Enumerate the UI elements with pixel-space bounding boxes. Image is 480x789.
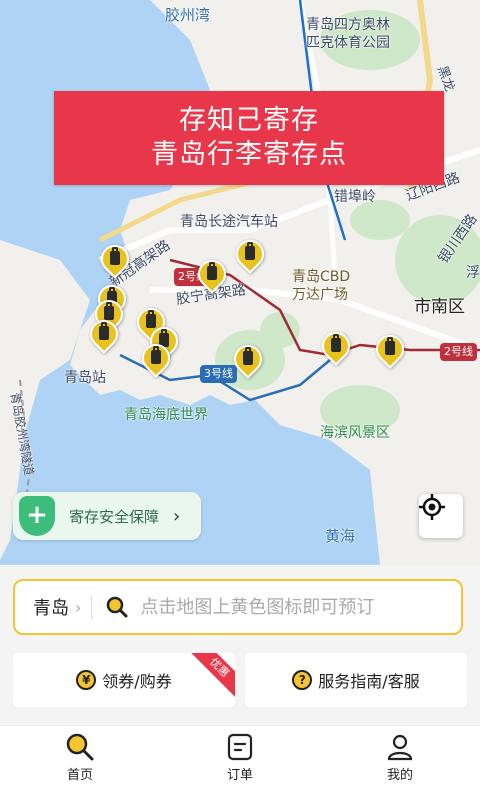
coupon-label: 领券/购券 bbox=[102, 672, 172, 691]
storage-pin-icon[interactable] bbox=[230, 234, 270, 276]
storage-pin-icon[interactable] bbox=[228, 339, 268, 381]
safety-label: 寄存安全保障 bbox=[69, 507, 160, 526]
map-label-cuobuling: 错埠岭 bbox=[334, 189, 376, 205]
search-input[interactable] bbox=[138, 595, 433, 619]
banner-line-1: 存知己寄存 bbox=[179, 105, 319, 136]
storage-pin-icon[interactable] bbox=[192, 254, 232, 296]
tab-orders[interactable]: 订单 bbox=[160, 726, 320, 789]
tab-profile-label: 我的 bbox=[386, 768, 413, 783]
storage-pin-icon[interactable] bbox=[136, 338, 176, 380]
map-label-jiaozhou-bay: 胶州湾 bbox=[165, 6, 211, 24]
bottom-panel: 青岛 › ¥ 领券/购券 优惠 ? 服务指南/客服 bbox=[0, 565, 480, 725]
map-label-yellow-sea: 黄海 bbox=[325, 527, 356, 545]
map-label-underwater-world: 青岛海底世界 bbox=[124, 407, 208, 423]
map-label-cbd: 青岛CBD 万达广场 bbox=[292, 269, 351, 303]
city-selector[interactable]: 青岛 bbox=[33, 594, 69, 620]
discount-badge: 优惠 bbox=[184, 653, 235, 703]
chevron-right-icon: › bbox=[173, 505, 181, 527]
divider bbox=[91, 595, 93, 619]
storage-pin-icon[interactable] bbox=[95, 239, 135, 281]
tab-home-label: 首页 bbox=[66, 768, 93, 783]
tab-profile[interactable]: 我的 bbox=[320, 726, 480, 789]
map-label-qd-station: 青岛站 bbox=[64, 370, 106, 386]
chevron-right-icon[interactable]: › bbox=[75, 598, 81, 617]
promo-banner: 存知己寄存 青岛行李寄存点 bbox=[54, 91, 444, 185]
metro-badge-line3: 3号线 bbox=[200, 365, 237, 383]
order-icon bbox=[225, 732, 255, 762]
shield-plus-icon: + bbox=[19, 496, 55, 536]
map-label-changtu-station: 青岛长途汽车站 bbox=[180, 214, 278, 230]
map-label-fu: 浮 bbox=[466, 265, 480, 281]
coupon-button[interactable]: ¥ 领券/购券 优惠 bbox=[13, 653, 235, 707]
tab-bar: 首页 订单 我的 bbox=[0, 725, 480, 789]
search-bar[interactable]: 青岛 › bbox=[13, 579, 463, 635]
crosshair-icon bbox=[419, 494, 445, 520]
map-label-sports-park: 青岛四方奥林 匹克体育公园 bbox=[306, 17, 390, 51]
map-label-seaside: 海滨风景区 bbox=[320, 425, 390, 441]
search-icon bbox=[106, 596, 128, 618]
storage-pin-icon[interactable] bbox=[316, 326, 356, 368]
service-guide-button[interactable]: ? 服务指南/客服 bbox=[245, 653, 467, 707]
help-icon: ? bbox=[292, 670, 313, 690]
tab-home[interactable]: 首页 bbox=[0, 726, 160, 789]
search-icon bbox=[65, 732, 95, 762]
safety-guarantee-button[interactable]: + 寄存安全保障 › bbox=[13, 492, 201, 540]
map[interactable]: 胶州湾 青岛四方奥林 匹克体育公园 黑龙 错埠岭 辽阳西路 银川西路 浮 青岛长… bbox=[0, 0, 480, 565]
tab-orders-label: 订单 bbox=[226, 768, 253, 783]
locate-me-button[interactable] bbox=[419, 494, 463, 538]
metro-badge-line2-east: 2号线 bbox=[440, 343, 477, 361]
user-icon bbox=[385, 732, 415, 762]
service-label: 服务指南/客服 bbox=[318, 672, 420, 691]
storage-pin-icon[interactable] bbox=[370, 329, 410, 371]
yen-icon: ¥ bbox=[76, 670, 97, 690]
map-label-shinan: 市南区 bbox=[414, 297, 465, 317]
storage-pin-icon[interactable] bbox=[84, 314, 124, 356]
banner-line-2: 青岛行李寄存点 bbox=[151, 139, 347, 170]
